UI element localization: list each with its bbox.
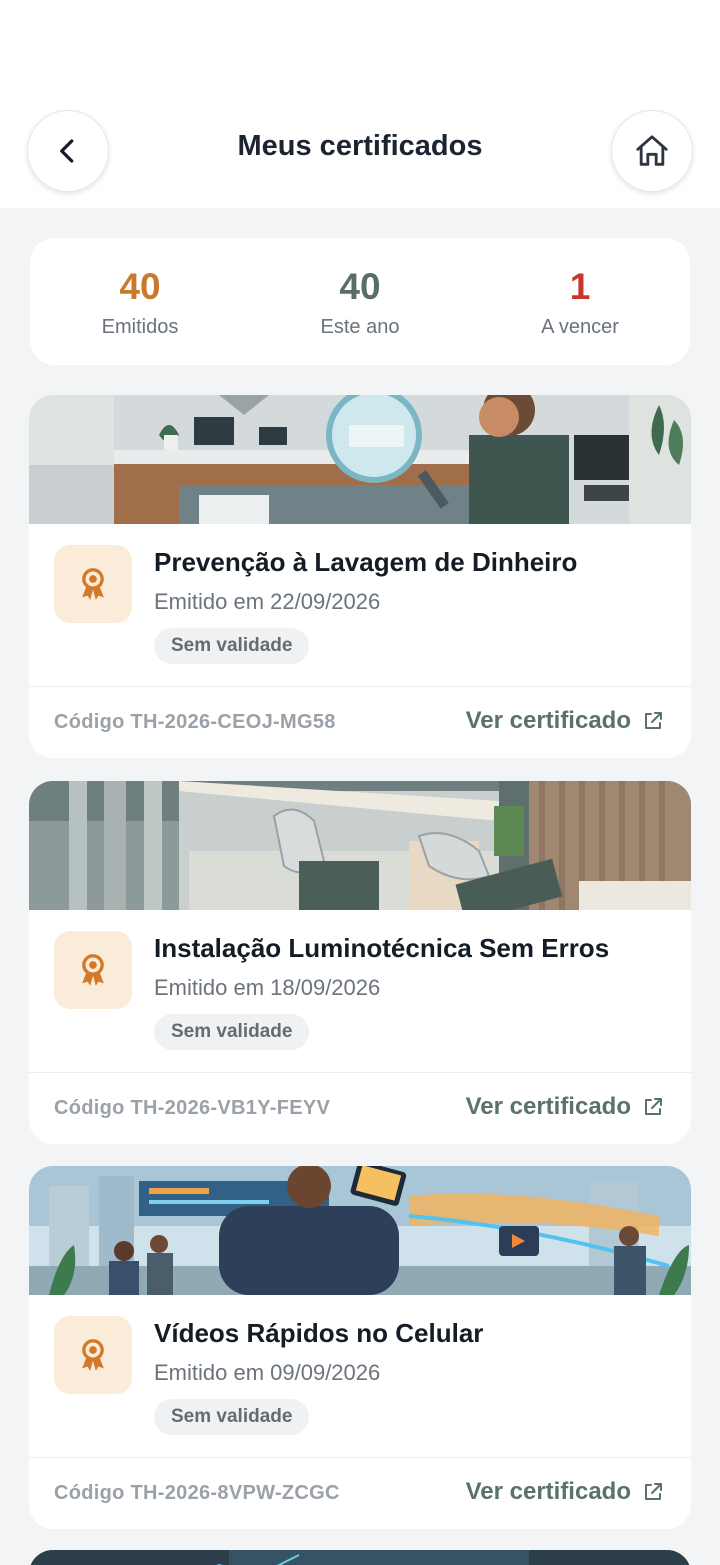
certificate-issued-date: Emitido em 18/09/2026 — [154, 975, 381, 1000]
view-certificate-label: Ver certificado — [465, 1478, 631, 1505]
certificate-code: Código TH-2026-CEOJ-MG58 — [54, 711, 336, 733]
award-icon-badge — [54, 931, 132, 1009]
view-certificate-label: Ver certificado — [465, 1093, 631, 1120]
certificate-banner-image — [29, 395, 691, 524]
view-certificate-label: Ver certificado — [465, 707, 631, 734]
stat-this-year-label: Este ano — [320, 316, 400, 338]
validity-badge: Sem validade — [154, 1399, 310, 1435]
validity-badge: Sem validade — [154, 1014, 310, 1050]
home-button[interactable] — [611, 110, 693, 192]
external-link-icon — [645, 712, 662, 729]
certificate-title: Instalação Luminotécnica Sem Erros — [154, 933, 610, 963]
certificate-banner-image — [29, 1166, 691, 1295]
divider — [29, 1072, 691, 1073]
certificate-title: Vídeos Rápidos no Celular — [154, 1318, 484, 1348]
certificate-banner-image — [29, 781, 691, 910]
stat-this-year-value: 40 — [339, 266, 381, 307]
view-certificate-link[interactable]: Ver certificado — [466, 707, 665, 735]
view-certificate-link[interactable]: Ver certificado — [466, 1478, 665, 1506]
stat-this-year: 40 Este ano — [250, 238, 470, 365]
stat-expiring-label: A vencer — [541, 316, 619, 338]
certificate-title: Prevenção à Lavagem de Dinheiro — [154, 547, 578, 577]
header: Meus certificados — [0, 0, 720, 208]
certificate-issued-date: Emitido em 22/09/2026 — [154, 589, 381, 614]
certificate-issued-date: Emitido em 09/09/2026 — [154, 1360, 381, 1385]
award-icon-badge — [54, 545, 132, 623]
award-icon-badge — [54, 1316, 132, 1394]
divider — [29, 1457, 691, 1458]
external-link-icon — [645, 1483, 662, 1500]
certificate-card[interactable]: Vídeos Rápidos no Celular Emitido em 09/… — [29, 1166, 691, 1529]
certificate-card[interactable]: Instalação Luminotécnica Sem Erros Emiti… — [29, 781, 691, 1144]
stat-issued-value: 40 — [119, 266, 161, 307]
award-icon — [82, 568, 104, 600]
stat-issued: 40 Emitidos — [30, 238, 250, 365]
stat-expiring: 1 A vencer — [470, 238, 690, 365]
award-icon — [82, 954, 104, 986]
validity-badge: Sem validade — [154, 628, 310, 664]
certificate-code: Código TH-2026-8VPW-ZCGC — [54, 1482, 340, 1504]
certificate-banner-image — [29, 1550, 691, 1565]
certificate-card-partial[interactable] — [29, 1550, 691, 1565]
certificate-code: Código TH-2026-VB1Y-FEYV — [54, 1097, 331, 1119]
stats-summary: 40 Emitidos 40 Este ano 1 A vencer — [30, 238, 690, 365]
divider — [29, 686, 691, 687]
stat-issued-label: Emitidos — [101, 316, 179, 338]
home-icon — [636, 135, 668, 166]
certificate-card[interactable]: Prevenção à Lavagem de Dinheiro Emitido … — [29, 395, 691, 758]
stat-expiring-value: 1 — [569, 266, 591, 307]
award-icon — [82, 1339, 104, 1371]
external-link-icon — [645, 1098, 662, 1115]
view-certificate-link[interactable]: Ver certificado — [466, 1093, 665, 1121]
